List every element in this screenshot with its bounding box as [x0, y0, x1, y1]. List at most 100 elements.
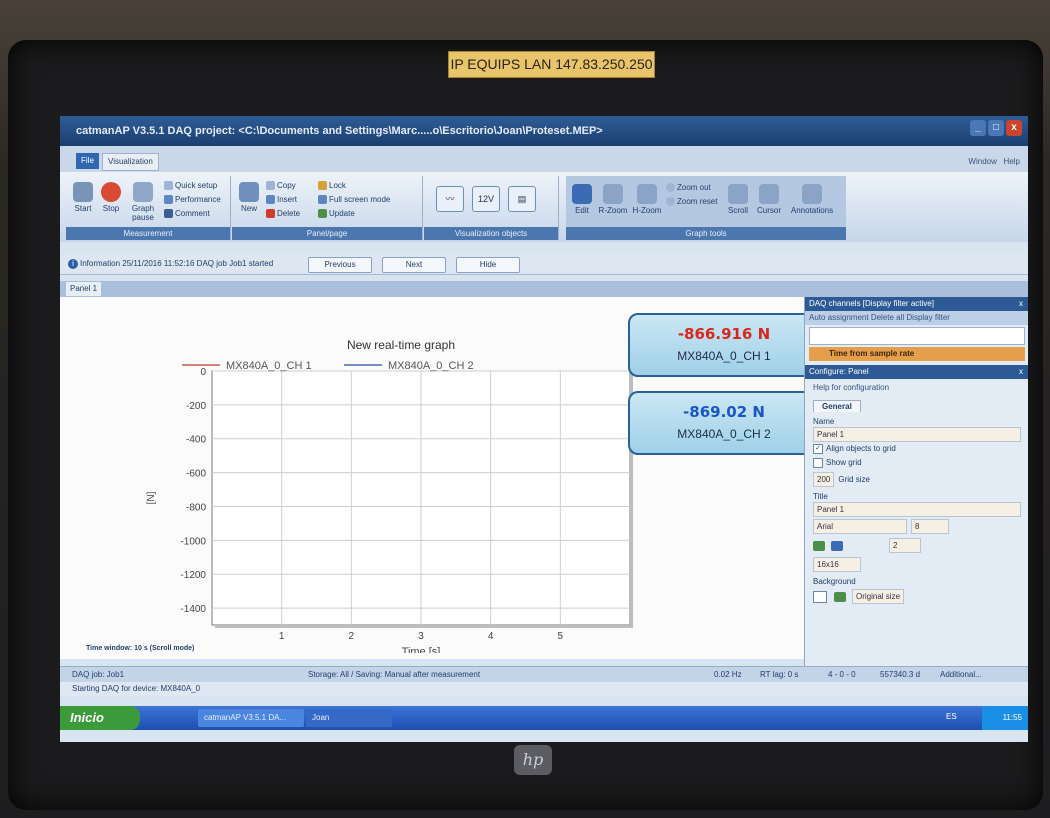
font-size-select[interactable]: 8: [911, 519, 949, 534]
align-grid-checkbox[interactable]: ✓ Align objects to grid: [805, 442, 1028, 456]
comment-label: Comment: [175, 209, 210, 218]
original-size-select[interactable]: Original size: [852, 589, 905, 604]
taskbar-joan[interactable]: Joan: [306, 709, 392, 727]
grid-size-input[interactable]: 200: [813, 472, 835, 487]
pointer-icon: [572, 184, 592, 204]
comment-icon: [164, 209, 173, 219]
font-select[interactable]: Arial: [813, 519, 907, 534]
daq-close-icon[interactable]: x: [1019, 297, 1023, 311]
rzoom-label: R-Zoom: [598, 206, 628, 215]
graph-object-icon[interactable]: 〰: [436, 186, 464, 212]
taskbar-catman[interactable]: catmanAP V3.5.1 DA...: [198, 709, 304, 727]
daq-search-input[interactable]: [809, 327, 1025, 345]
zoom-out-button[interactable]: Zoom out: [666, 182, 711, 194]
performance-button[interactable]: Performance: [164, 194, 221, 206]
status-time: 557340.3 d: [880, 670, 921, 679]
close-button[interactable]: x: [1006, 120, 1022, 136]
maximize-button[interactable]: □: [988, 120, 1004, 136]
show-grid-label: Show grid: [826, 458, 862, 468]
tab-file[interactable]: File: [76, 153, 99, 169]
help-for-configuration-link[interactable]: Help for configuration: [805, 379, 1028, 396]
y-tick-label: -800: [186, 502, 206, 513]
hzoom-button[interactable]: H-Zoom: [630, 184, 664, 215]
scroll-label: Scroll: [727, 206, 748, 215]
tab-general[interactable]: General: [813, 400, 861, 412]
performance-icon: [164, 195, 173, 205]
quick-setup-label: Quick setup: [175, 181, 218, 190]
status-storage[interactable]: Storage: All / Saving: Manual after meas…: [308, 667, 480, 683]
panel-name-field[interactable]: Panel 1: [813, 427, 1021, 442]
window-title: catmanAP V3.5.1 DAQ project: <C:\Documen…: [76, 125, 603, 137]
lock-label: Lock: [329, 181, 346, 190]
y-tick-label: -1200: [180, 570, 206, 581]
value-display-ch1[interactable]: -866.916 N MX840A_0_CH 1: [628, 313, 820, 377]
new-panel-icon: [239, 182, 259, 202]
tab-panel-1[interactable]: Panel 1: [66, 282, 102, 296]
position-spinner[interactable]: 2: [889, 538, 921, 553]
zoom-reset-label: Zoom reset: [677, 197, 718, 206]
minimize-button[interactable]: _: [970, 120, 986, 136]
panel-workspace: 0 -200 -400 -600 -800 -1000 -1200 -1400 1 2 3 4 5 New…: [60, 297, 820, 659]
visualization-objects-label: Visualization objects: [424, 227, 558, 240]
start-button[interactable]: Start: [70, 182, 96, 213]
hp-logo: hp: [514, 745, 552, 775]
performance-label: Performance: [175, 195, 221, 204]
show-grid-check-icon: [813, 458, 823, 468]
grid-size-row: 200 Grid size: [805, 470, 1028, 489]
zoom-reset-button[interactable]: Zoom reset: [666, 196, 717, 208]
insert-button[interactable]: Insert: [266, 194, 297, 206]
configure-close-icon[interactable]: x: [1019, 365, 1023, 379]
copy-button[interactable]: Copy: [266, 180, 296, 192]
image-icon[interactable]: [813, 540, 825, 551]
copy-icon: [266, 181, 275, 191]
new-button[interactable]: New: [236, 182, 262, 213]
daq-toolbar[interactable]: Auto assignment Delete all Display filte…: [805, 311, 1028, 325]
x-tick-label: 4: [488, 631, 494, 642]
icon-size-select[interactable]: 16x16: [813, 557, 861, 572]
background-color-picker[interactable]: [813, 590, 827, 603]
image-remove-icon[interactable]: [831, 540, 843, 551]
title-field[interactable]: Panel 1: [813, 502, 1021, 517]
copy-label: Copy: [277, 181, 296, 190]
comment-button[interactable]: Comment: [164, 208, 210, 220]
font-row: Arial 8: [805, 517, 1028, 536]
tab-visualization[interactable]: Visualization: [102, 153, 159, 171]
y-tick-label: -1400: [180, 604, 206, 615]
quick-setup-button[interactable]: Quick setup: [164, 180, 217, 192]
value-ch2: -869.02 N: [683, 403, 765, 421]
hide-button[interactable]: Hide: [456, 257, 520, 273]
update-button[interactable]: Update: [318, 208, 355, 220]
value-display-ch2[interactable]: -869.02 N MX840A_0_CH 2: [628, 391, 820, 455]
lock-button[interactable]: Lock: [318, 180, 346, 192]
previous-button[interactable]: Previous: [308, 257, 372, 273]
edit-label: Edit: [575, 206, 589, 215]
title-label: Title: [813, 492, 828, 501]
edit-button[interactable]: Edit: [570, 184, 594, 215]
rzoom-button[interactable]: R-Zoom: [596, 184, 630, 215]
status-message-bar: Starting DAQ for device: MX840A_0: [60, 682, 1028, 696]
next-button[interactable]: Next: [382, 257, 446, 273]
window-menu[interactable]: Window: [968, 157, 996, 166]
status-rate: 0.02 Hz: [714, 670, 742, 679]
align-grid-label: Align objects to grid: [826, 444, 896, 454]
panelpage-group: New Copy Insert Delete Lock Full screen …: [232, 176, 423, 240]
show-grid-checkbox[interactable]: Show grid: [805, 456, 1028, 470]
graph-pause-button[interactable]: Graph pause: [126, 182, 160, 222]
info-bar: i Information 25/11/2016 11:52:16 DAQ jo…: [60, 254, 1028, 275]
stop-label: Stop: [102, 204, 120, 213]
digital-display-icon[interactable]: 12V: [472, 186, 500, 212]
realtime-graph[interactable]: 0 -200 -400 -600 -800 -1000 -1200 -1400 1 2 3 4 5 New…: [130, 323, 650, 658]
cursor-button[interactable]: Cursor: [754, 184, 784, 215]
scroll-button[interactable]: Scroll: [724, 184, 752, 215]
table-object-icon[interactable]: ▤: [508, 186, 536, 212]
delete-button[interactable]: Delete: [266, 208, 300, 220]
full-screen-button[interactable]: Full screen mode: [318, 194, 390, 206]
stop-button[interactable]: Stop: [98, 182, 124, 213]
annotations-button[interactable]: Annotations: [786, 184, 838, 215]
background-image-icon[interactable]: [834, 591, 846, 602]
daq-channel-row[interactable]: Time from sample rate: [809, 347, 1025, 361]
status-additional[interactable]: Additional...: [940, 667, 982, 683]
start-button[interactable]: Inicio: [60, 706, 140, 730]
language-indicator[interactable]: ES: [946, 712, 957, 721]
help-menu[interactable]: Help: [1004, 157, 1020, 166]
